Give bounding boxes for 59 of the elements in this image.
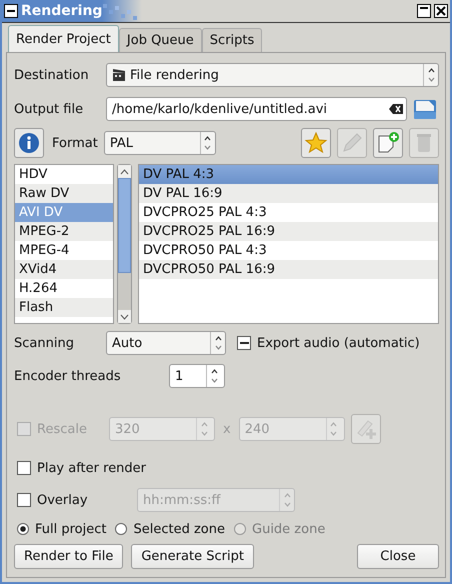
new-document-icon <box>376 131 400 155</box>
new-profile-button[interactable] <box>373 128 403 158</box>
pencil-icon <box>340 131 364 155</box>
format-list-item[interactable]: Flash <box>15 298 113 317</box>
separator-text: x <box>223 422 231 436</box>
tab[interactable]: Scripts <box>202 28 262 52</box>
field-label: Scanning <box>14 336 75 350</box>
checkbox[interactable] <box>237 336 251 350</box>
checkbox-label: Export audio (automatic) <box>257 336 420 350</box>
encoder-threads-spinbox[interactable]: 1 <box>169 364 225 388</box>
window-title: Rendering <box>21 3 102 19</box>
dialog-button[interactable]: Generate Script <box>131 544 254 569</box>
checkbox-label: Rescale <box>37 422 88 436</box>
format-list-item[interactable]: H.264 <box>15 279 113 298</box>
scroll-up-icon[interactable] <box>120 168 129 174</box>
titlebar-pattern-icon <box>103 2 138 20</box>
clapperboard-icon <box>112 68 126 82</box>
checkbox-label: Play after render <box>37 460 146 476</box>
info-icon <box>18 132 40 154</box>
field-label: Format <box>52 136 98 150</box>
folder-icon <box>413 97 437 121</box>
format-list-item[interactable]: Raw DV <box>15 184 113 203</box>
scrollbar[interactable] <box>117 164 132 324</box>
format-list-item[interactable]: XVid4 <box>15 260 113 279</box>
field-label: Encoder threads <box>14 368 122 384</box>
destination-dropdown[interactable]: File rendering <box>106 63 439 87</box>
tab[interactable]: Render Project <box>8 25 119 52</box>
checkbox[interactable] <box>17 493 31 507</box>
scroll-down-icon[interactable] <box>120 314 129 320</box>
format-list-item[interactable]: MPEG-4 <box>15 241 113 260</box>
close-button[interactable] <box>434 4 448 18</box>
info-button[interactable] <box>14 128 44 158</box>
field-label: Destination <box>14 68 90 82</box>
profile-list-item[interactable]: DV PAL 4:3 <box>139 165 438 184</box>
dialog-button[interactable]: Close <box>357 544 439 569</box>
checkbox[interactable] <box>17 461 31 475</box>
dialog-button[interactable]: Render to File <box>14 544 124 569</box>
profile-list-item[interactable]: DVCPRO25 PAL 4:3 <box>139 203 438 222</box>
window-menu-button[interactable] <box>4 4 18 18</box>
clear-text-icon[interactable] <box>389 104 403 114</box>
radio-label: Selected zone <box>133 522 225 536</box>
radio-button[interactable] <box>17 523 29 535</box>
profile-list-item[interactable]: DVCPRO25 PAL 16:9 <box>139 222 438 241</box>
star-icon <box>304 131 328 155</box>
radio-label: Full project <box>35 522 106 536</box>
profile-list-item[interactable]: DVCPRO50 PAL 16:9 <box>139 260 438 279</box>
scanning-dropdown[interactable]: Auto <box>106 331 226 355</box>
format-list-item[interactable]: HDV <box>15 165 113 184</box>
tab[interactable]: Job Queue <box>118 28 202 52</box>
radio-button[interactable] <box>115 523 128 535</box>
format-dropdown[interactable]: PAL <box>104 131 216 155</box>
field-label: Output file <box>14 102 84 116</box>
checkbox-label: Overlay <box>37 492 89 508</box>
output-file-field[interactable]: /home/karlo/kdenlive/untitled.avi <box>106 97 407 121</box>
profile-list-item[interactable]: DV PAL 16:9 <box>139 184 438 203</box>
profile-list-item[interactable]: DVCPRO50 PAL 4:3 <box>139 241 438 260</box>
radio-label: Guide zone <box>252 522 326 536</box>
format-list-item[interactable]: MPEG-2 <box>15 222 113 241</box>
minimize-button[interactable] <box>417 4 431 18</box>
